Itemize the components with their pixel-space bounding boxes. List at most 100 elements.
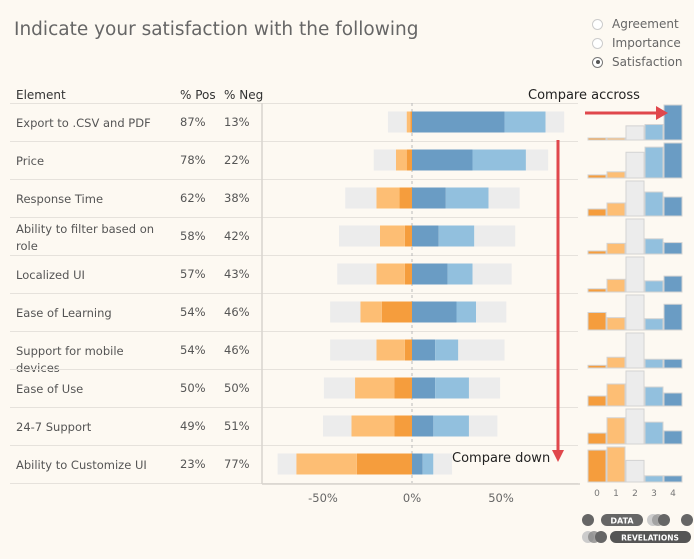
bar-neutral: [458, 339, 505, 361]
bar-neutral: [468, 415, 498, 437]
compare-across-note: Compare accross: [528, 88, 640, 103]
bar-strong-negative: [381, 301, 412, 323]
bar-neutral: [330, 339, 377, 361]
bar-strong-positive: [412, 225, 439, 247]
bar-strong-negative: [399, 187, 412, 209]
x-tick-label: 0%: [402, 491, 422, 505]
bar-strong-negative: [404, 263, 412, 285]
histogram-bar-0: [587, 288, 607, 293]
bar-strong-negative: [406, 149, 412, 171]
bar-negative: [296, 453, 357, 475]
histogram-bar-4: [663, 475, 683, 483]
histogram-bar-2: [625, 151, 645, 179]
bar-positive: [445, 187, 489, 209]
histogram-bar-0: [587, 432, 607, 445]
bar-strong-negative: [394, 377, 412, 399]
histogram-bar-2: [625, 180, 645, 217]
histogram-bar-4: [663, 104, 683, 141]
histogram-bar-2: [625, 332, 645, 369]
x-tick-label: -50%: [308, 491, 338, 505]
bar-neutral: [323, 377, 356, 399]
bar-strong-positive: [412, 111, 505, 133]
histogram-tick-label: 0: [594, 489, 600, 499]
x-tick-label: 50%: [488, 491, 514, 505]
histogram-bar-0: [587, 312, 607, 331]
histogram-bar-2: [625, 370, 645, 407]
histogram-bar-1: [606, 171, 626, 179]
histogram-bar-3: [644, 318, 664, 331]
histogram-bar-4: [663, 392, 683, 407]
bar-positive: [438, 225, 475, 247]
bar-strong-positive: [412, 377, 436, 399]
histogram-bar-0: [587, 208, 607, 217]
svg-text:REVELATIONS: REVELATIONS: [621, 534, 679, 543]
bar-positive: [456, 301, 477, 323]
histogram-bar-2: [625, 218, 645, 255]
histogram-bar-0: [587, 364, 607, 369]
histogram-bar-3: [644, 238, 664, 255]
bar-strong-negative: [404, 339, 412, 361]
histogram-bar-1: [606, 202, 626, 217]
histogram-bar-2: [625, 459, 645, 483]
bar-positive: [435, 339, 459, 361]
bar-negative: [395, 149, 407, 171]
svg-text:DATA: DATA: [610, 517, 634, 526]
histogram-bar-3: [644, 421, 664, 445]
histogram-bar-3: [644, 124, 664, 141]
bar-negative: [355, 377, 395, 399]
bar-neutral: [468, 377, 501, 399]
bar-strong-positive: [412, 187, 446, 209]
histogram-bar-1: [606, 242, 626, 255]
histogram-bar-2: [625, 294, 645, 331]
histogram-bar-1: [606, 278, 626, 293]
histogram-bar-3: [644, 280, 664, 293]
bar-negative: [360, 301, 382, 323]
bar-strong-negative: [410, 111, 412, 133]
histogram-bar-0: [587, 395, 607, 407]
bar-neutral: [337, 263, 377, 285]
histogram-bar-0: [587, 174, 607, 179]
bar-strong-positive: [412, 339, 436, 361]
bar-strong-positive: [412, 149, 473, 171]
bar-positive: [422, 453, 434, 475]
histogram-tick-label: 4: [670, 489, 676, 499]
bar-positive: [433, 415, 469, 437]
bar-neutral: [330, 301, 361, 323]
bar-positive: [447, 263, 473, 285]
bar-neutral: [339, 225, 380, 247]
bar-neutral: [345, 187, 377, 209]
bar-strong-positive: [412, 301, 457, 323]
histogram-bar-4: [663, 358, 683, 369]
compare-down-note: Compare down: [452, 451, 551, 466]
histogram-bar-4: [663, 242, 683, 255]
bar-neutral: [525, 149, 549, 171]
histogram-bar-1: [606, 417, 626, 445]
bar-strong-negative: [394, 415, 412, 437]
bar-strong-negative: [404, 225, 412, 247]
histogram-bar-4: [663, 196, 683, 217]
bar-neutral: [433, 453, 453, 475]
bar-negative: [376, 263, 405, 285]
bar-neutral: [545, 111, 565, 133]
data-revelations-logo: DATA REVELATIONS: [580, 513, 694, 547]
diverging-bar-chart: [261, 103, 683, 485]
histogram-bar-1: [606, 356, 626, 369]
bar-negative: [379, 225, 405, 247]
histogram-bar-4: [663, 430, 683, 445]
histogram-bar-2: [625, 256, 645, 293]
bar-negative: [351, 415, 395, 437]
bar-neutral: [472, 263, 512, 285]
bar-neutral: [277, 453, 297, 475]
bar-negative: [376, 187, 400, 209]
bar-strong-negative: [356, 453, 412, 475]
bar-neutral: [373, 149, 396, 171]
histogram-bar-1: [606, 317, 626, 331]
histogram-bar-4: [663, 275, 683, 293]
histogram-bar-0: [587, 137, 607, 141]
bar-negative: [406, 111, 411, 133]
bar-neutral: [474, 225, 516, 247]
histogram-bar-1: [606, 137, 626, 141]
bar-strong-positive: [412, 263, 448, 285]
arrow-head-icon: [552, 450, 564, 462]
histogram-bar-2: [625, 125, 645, 141]
